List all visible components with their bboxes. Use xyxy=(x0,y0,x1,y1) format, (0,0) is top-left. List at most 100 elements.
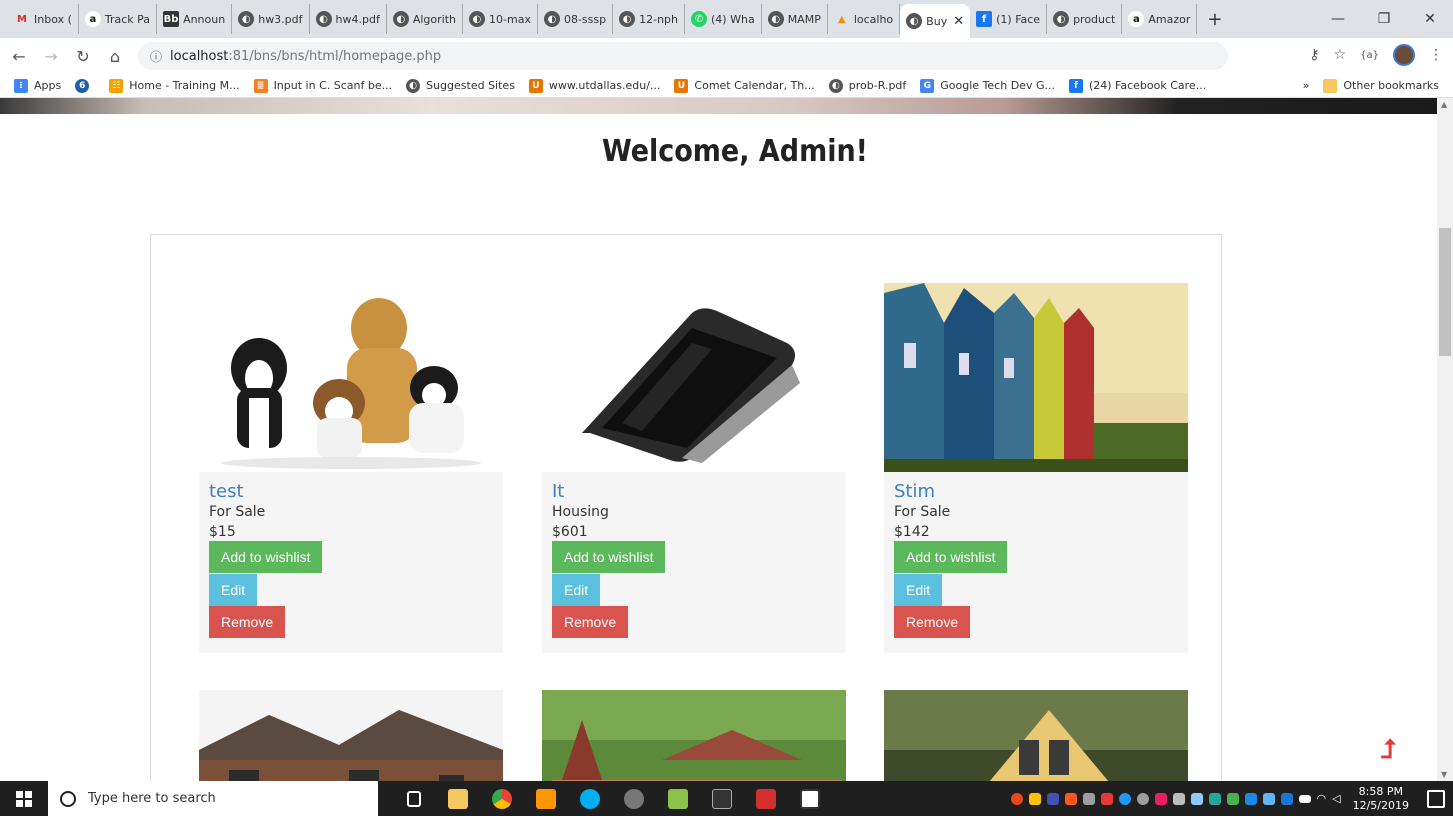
bookmark-5[interactable]: Uwww.utdallas.edu/... xyxy=(528,78,660,93)
other-bookmarks[interactable]: Other bookmarks xyxy=(1323,78,1439,93)
tray-icon[interactable] xyxy=(1190,792,1203,805)
product-image-brick-house[interactable] xyxy=(199,690,503,781)
tray-icon[interactable] xyxy=(1082,792,1095,805)
product-image-phone[interactable] xyxy=(542,283,846,472)
tab-4[interactable]: ◐ hw4.pdf xyxy=(310,4,387,34)
tab-11[interactable]: ▲ localho xyxy=(828,4,901,34)
volume-icon[interactable]: ◁ xyxy=(1332,792,1340,805)
tray-icon[interactable] xyxy=(1118,792,1131,805)
edit-button[interactable]: Edit xyxy=(894,574,943,606)
product-image-porch-house[interactable] xyxy=(884,690,1188,781)
bookmark-8[interactable]: G Google Tech Dev G... xyxy=(920,78,1055,93)
edit-button[interactable]: Edit xyxy=(209,574,258,606)
tray-icon[interactable] xyxy=(1100,792,1113,805)
remove-button[interactable]: Remove xyxy=(894,606,971,638)
reload-icon[interactable]: ↻ xyxy=(70,47,96,66)
extension-icon[interactable]: {a} xyxy=(1360,50,1379,61)
forward-arrow-icon[interactable]: → xyxy=(38,47,64,66)
star-icon[interactable]: ☆ xyxy=(1334,47,1347,63)
back-arrow-icon[interactable]: ← xyxy=(6,47,32,66)
photos-icon[interactable] xyxy=(788,781,832,816)
taskbar-search[interactable]: Type here to search xyxy=(48,781,378,816)
bookmark-7[interactable]: ◐ prob-R.pdf xyxy=(828,78,906,93)
bookmarks-more-button[interactable]: » xyxy=(1303,79,1310,92)
close-tab-icon[interactable]: ✕ xyxy=(953,14,964,29)
product-image-dogs[interactable] xyxy=(199,283,503,472)
app-circle-icon[interactable] xyxy=(612,781,656,816)
bookmark-2[interactable]: ☷ Home - Training M... xyxy=(109,78,240,93)
product-image-colorful-houses[interactable] xyxy=(884,283,1188,472)
tab-6[interactable]: ◐ 10-max xyxy=(463,4,538,34)
add-to-wishlist-button[interactable]: Add to wishlist xyxy=(209,541,323,573)
tray-icon[interactable] xyxy=(1010,792,1023,805)
tray-icon[interactable] xyxy=(1280,792,1293,805)
remove-button[interactable]: Remove xyxy=(552,606,629,638)
edit-button[interactable]: Edit xyxy=(552,574,601,606)
tray-icon[interactable] xyxy=(1262,792,1275,805)
bookmark-3[interactable]: ≣ Input in C. Scanf be... xyxy=(253,78,392,93)
add-to-wishlist-button[interactable]: Add to wishlist xyxy=(552,541,666,573)
tab-8[interactable]: ◐ 12-nph xyxy=(613,4,686,34)
tray-icon[interactable] xyxy=(1028,792,1041,805)
tab-0[interactable]: M Inbox ( xyxy=(8,4,79,34)
bluetooth-icon[interactable] xyxy=(1244,792,1257,805)
tab-1[interactable]: a Track Pa xyxy=(79,4,158,34)
close-window-icon[interactable]: ✕ xyxy=(1407,0,1453,38)
profile-avatar[interactable] xyxy=(1393,44,1415,66)
skype-icon[interactable] xyxy=(568,781,612,816)
terminal-icon[interactable] xyxy=(700,781,744,816)
tray-icon[interactable] xyxy=(1172,792,1185,805)
home-icon[interactable]: ⌂ xyxy=(102,47,128,66)
acrobat-icon[interactable] xyxy=(744,781,788,816)
scroll-down-icon[interactable]: ▼ xyxy=(1441,770,1447,779)
scrollbar-thumb[interactable] xyxy=(1439,228,1451,356)
tray-icon[interactable] xyxy=(1154,792,1167,805)
file-explorer-icon[interactable] xyxy=(436,781,480,816)
tray-icon[interactable] xyxy=(1046,792,1059,805)
product-name[interactable]: Stim xyxy=(894,481,935,502)
tab-7[interactable]: ◐ 08-sssp xyxy=(538,4,614,34)
tray-icon[interactable] xyxy=(1226,792,1239,805)
bookmark-9[interactable]: f (24) Facebook Care... xyxy=(1068,78,1206,93)
tray-icon[interactable] xyxy=(1064,792,1077,805)
add-to-wishlist-button[interactable]: Add to wishlist xyxy=(894,541,1008,573)
bookmark-1[interactable]: 6 xyxy=(75,78,95,93)
new-tab-button[interactable]: + xyxy=(1197,9,1232,30)
task-view-icon[interactable] xyxy=(392,781,436,816)
product-name[interactable]: test xyxy=(209,481,244,502)
sublime-icon[interactable] xyxy=(524,781,568,816)
scroll-up-icon[interactable]: ▲ xyxy=(1441,100,1447,109)
remove-button[interactable]: Remove xyxy=(209,606,286,638)
tab-3[interactable]: ◐ hw3.pdf xyxy=(232,4,310,34)
tab-12-active[interactable]: ◐ Buy ✕ xyxy=(900,4,971,38)
wifi-icon[interactable]: ◠ xyxy=(1317,792,1327,805)
bookmark-4[interactable]: ◐ Suggested Sites xyxy=(406,78,515,93)
product-image-victorian-house[interactable] xyxy=(542,690,846,781)
notepad-icon[interactable] xyxy=(656,781,700,816)
tab-10[interactable]: ◐ MAMP xyxy=(762,4,828,34)
notifications-icon[interactable] xyxy=(1427,789,1445,808)
tab-14[interactable]: ◐ product xyxy=(1047,4,1123,34)
key-icon[interactable]: ⚷ xyxy=(1309,47,1319,63)
windows-start-icon[interactable] xyxy=(0,790,48,807)
tab-13[interactable]: f (1) Face xyxy=(970,4,1048,34)
chrome-icon[interactable] xyxy=(480,781,524,816)
address-bar[interactable]: ⓘ localhost:81/bns/bns/html/homepage.php xyxy=(138,42,1228,70)
product-name[interactable]: It xyxy=(552,481,564,502)
restore-icon[interactable]: ❐ xyxy=(1361,0,1407,38)
info-icon[interactable]: ⓘ xyxy=(150,48,162,65)
tray-icon[interactable] xyxy=(1136,792,1149,805)
tab-2[interactable]: Bb Announ xyxy=(157,4,233,34)
minimize-icon[interactable]: — xyxy=(1315,0,1361,38)
taskbar-clock[interactable]: 8:58 PM 12/5/2019 xyxy=(1353,785,1409,813)
tab-9[interactable]: ✆ (4) Wha xyxy=(685,4,762,34)
tab-5[interactable]: ◐ Algorith xyxy=(387,4,464,34)
page-scrollbar[interactable]: ▲ ▼ xyxy=(1437,98,1453,781)
battery-icon[interactable] xyxy=(1298,794,1311,803)
tab-15[interactable]: a Amazor xyxy=(1122,4,1198,34)
menu-icon[interactable]: ⋮ xyxy=(1429,47,1443,63)
bookmark-6[interactable]: U Comet Calendar, Th... xyxy=(674,78,815,93)
back-to-top-arrow-icon[interactable]: ⮥ xyxy=(1381,735,1396,766)
tray-icon[interactable] xyxy=(1208,792,1221,805)
bookmark-apps[interactable]: ⁝ Apps xyxy=(14,78,61,93)
